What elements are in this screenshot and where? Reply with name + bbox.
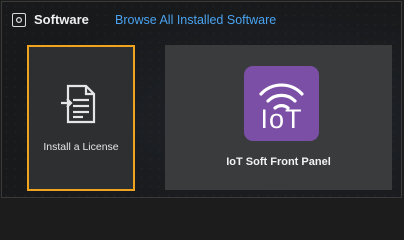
iot-soft-front-panel-tile[interactable]: IoT IoT Soft Front Panel (165, 45, 392, 190)
iot-app-icon: IoT (244, 66, 319, 141)
install-license-label: Install a License (43, 141, 119, 153)
software-panel: Software Browse All Installed Software I… (1, 1, 402, 198)
iot-icon-text: IoT (260, 104, 303, 134)
install-license-tile[interactable]: Install a License (27, 45, 135, 191)
panel-header: Software Browse All Installed Software (2, 2, 403, 36)
iot-soft-front-panel-label: IoT Soft Front Panel (226, 156, 331, 168)
license-file-icon (59, 83, 101, 125)
panel-title: Software (34, 12, 89, 27)
software-icon (12, 13, 26, 27)
browse-all-software-link[interactable]: Browse All Installed Software (115, 13, 276, 27)
